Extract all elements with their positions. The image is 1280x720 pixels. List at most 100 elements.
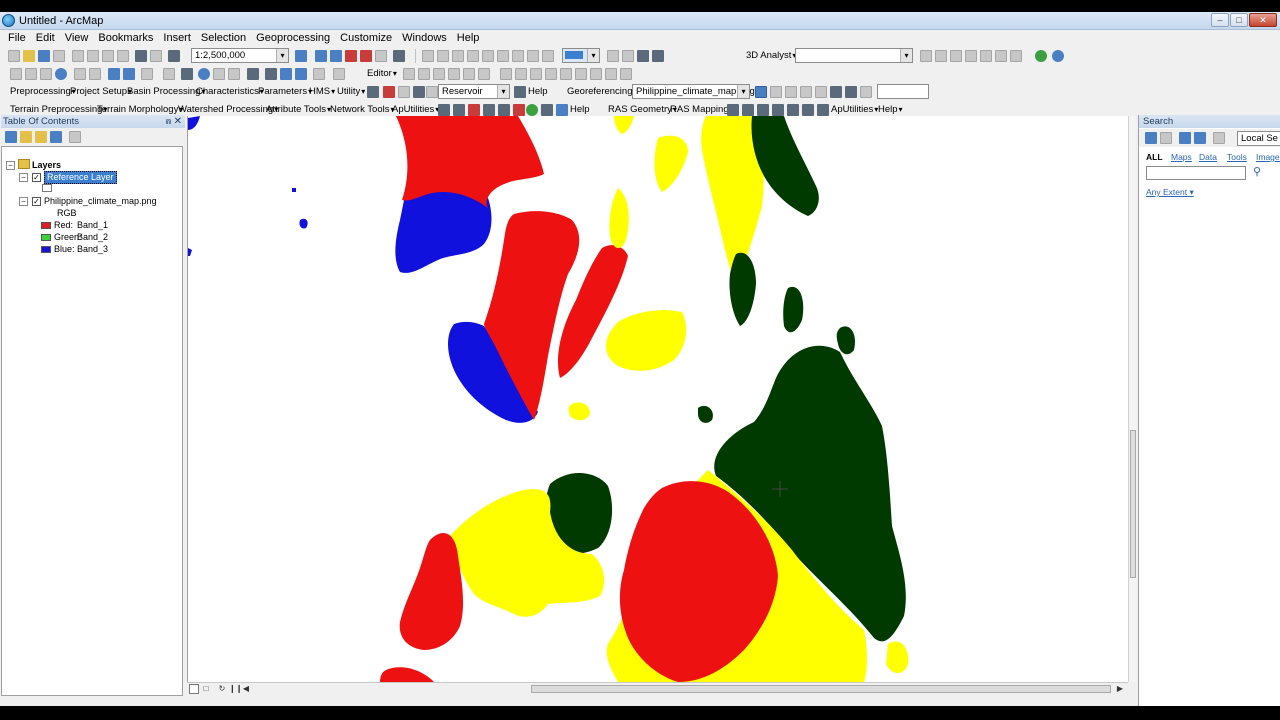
fixed-zoom-in-icon[interactable] (74, 68, 86, 80)
archydro-tool-icon[interactable] (483, 104, 495, 116)
3d-tool-icon[interactable] (995, 50, 1007, 62)
utility-dropdown[interactable]: Utility (337, 85, 365, 99)
search-options-icon[interactable] (1213, 132, 1225, 144)
list-by-drawing-order-icon[interactable] (5, 131, 17, 143)
list-by-visibility-icon[interactable] (35, 131, 47, 143)
3d-tool-icon[interactable] (980, 50, 992, 62)
edit-tool-icon[interactable] (478, 68, 490, 80)
edit-tool-icon[interactable] (560, 68, 572, 80)
reference-layer-label[interactable]: Reference Layer (44, 171, 117, 184)
scroll-left-icon[interactable]: ◀ (241, 684, 251, 694)
point-tool-icon[interactable] (398, 86, 410, 98)
menu-view[interactable]: View (60, 30, 94, 47)
find-icon[interactable] (213, 68, 225, 80)
help-dropdown[interactable]: Help (878, 103, 903, 117)
collapse-icon[interactable]: − (19, 197, 28, 206)
layout-tool-icon[interactable] (452, 50, 464, 62)
ras-tool-icon[interactable] (817, 104, 829, 116)
copy-icon[interactable] (87, 50, 99, 62)
forward-icon[interactable] (1160, 132, 1172, 144)
archydro-tool-icon[interactable] (541, 104, 553, 116)
edit-tool-icon[interactable] (620, 68, 632, 80)
search-tab-data[interactable]: Data (1199, 152, 1217, 162)
network-tools-dropdown[interactable]: Network Tools (330, 103, 395, 117)
menu-edit[interactable]: Edit (31, 30, 60, 47)
catalog-window-icon[interactable] (330, 50, 342, 62)
georeferencing-dropdown[interactable]: Georeferencing (567, 85, 638, 99)
layout-tool-icon[interactable] (437, 50, 449, 62)
ras-tool-icon[interactable] (742, 104, 754, 116)
delete-icon[interactable] (117, 50, 129, 62)
viewer-icon[interactable] (313, 68, 325, 80)
horizontal-scroll-thumb[interactable] (531, 685, 1111, 693)
3d-tool-icon[interactable] (965, 50, 977, 62)
select-elements-icon[interactable] (181, 68, 193, 80)
zoom-in-icon[interactable] (10, 68, 22, 80)
undo-icon[interactable] (135, 50, 147, 62)
3d-analyst-layer-combo[interactable]: ▾ (795, 48, 913, 63)
ras-mapping-dropdown[interactable]: RAS Mapping (670, 103, 734, 117)
edit-tool-icon[interactable] (575, 68, 587, 80)
minimize-button[interactable]: – (1211, 13, 1229, 27)
create-viewer-icon[interactable] (333, 68, 345, 80)
any-extent-link[interactable]: Any Extent ▾ (1146, 187, 1194, 198)
collapse-icon[interactable]: − (19, 173, 28, 182)
archydro-tool-icon[interactable] (438, 104, 450, 116)
edit-tool-icon[interactable] (590, 68, 602, 80)
map-scale-combo[interactable]: 1:2,500,000 ▾ (191, 48, 289, 63)
edit-tool-icon[interactable] (515, 68, 527, 80)
find-route-icon[interactable] (265, 68, 277, 80)
clear-selection-icon[interactable] (163, 68, 175, 80)
maximize-button[interactable]: □ (1230, 13, 1248, 27)
forward-extent-icon[interactable] (123, 68, 135, 80)
layout-tool-icon[interactable] (422, 50, 434, 62)
menu-selection[interactable]: Selection (196, 30, 251, 47)
archydro-tool-icon[interactable] (468, 104, 480, 116)
menu-bookmarks[interactable]: Bookmarks (93, 30, 158, 47)
layout-tool-icon[interactable] (652, 50, 664, 62)
search-tab-images[interactable]: Images (1256, 152, 1280, 162)
scroll-right-icon[interactable]: ▶ (1115, 684, 1125, 694)
collapse-icon[interactable]: − (6, 161, 15, 170)
georef-layer-combo[interactable]: Philippine_climate_map.png ▾ (632, 84, 755, 99)
edit-tool-icon[interactable] (418, 68, 430, 80)
georef-tool-icon[interactable] (785, 86, 797, 98)
chevron-down-icon[interactable]: ▾ (276, 49, 288, 62)
basin-processing-dropdown[interactable]: Basin Processing (127, 85, 205, 99)
help-button[interactable]: Help (528, 85, 548, 99)
edit-tool-icon[interactable] (433, 68, 445, 80)
layout-tool-icon[interactable] (527, 50, 539, 62)
globe-icon[interactable] (526, 104, 538, 116)
pause-drawing-icon[interactable]: ❙❙ (229, 684, 242, 694)
chevron-down-icon[interactable]: ▾ (497, 85, 509, 98)
raster-layer-label[interactable]: Philippine_climate_map.png (44, 196, 157, 207)
rotate-icon[interactable] (860, 86, 872, 98)
layout-tool-icon[interactable] (637, 50, 649, 62)
redo-icon[interactable] (150, 50, 162, 62)
time-slider-icon[interactable] (295, 68, 307, 80)
3d-tool-icon[interactable] (950, 50, 962, 62)
view-link-table-icon[interactable] (830, 86, 842, 98)
data-view-icon[interactable] (189, 684, 199, 694)
search-input[interactable] (1146, 166, 1246, 180)
identify-river-icon[interactable] (383, 86, 395, 98)
add-data-icon[interactable] (168, 50, 180, 62)
edit-tool-icon[interactable] (605, 68, 617, 80)
search-icon[interactable]: ⚲ (1253, 165, 1267, 179)
pan-icon[interactable] (40, 68, 52, 80)
3d-tool-icon[interactable] (920, 50, 932, 62)
arcscene-globe-icon[interactable] (1035, 50, 1047, 62)
layout-tool-icon[interactable] (497, 50, 509, 62)
vertical-scroll-thumb[interactable] (1130, 430, 1136, 578)
measure-icon[interactable] (247, 68, 259, 80)
layout-tool-icon[interactable] (607, 50, 619, 62)
layout-tool-icon[interactable] (482, 50, 494, 62)
layout-tool-icon[interactable] (542, 50, 554, 62)
html-popup-icon[interactable] (228, 68, 240, 80)
georef-tool-icon[interactable] (815, 86, 827, 98)
edit-pencil-icon[interactable] (514, 86, 526, 98)
menu-windows[interactable]: Windows (397, 30, 452, 47)
editor-dropdown[interactable]: Editor (367, 67, 397, 81)
edit-tool-icon[interactable] (403, 68, 415, 80)
chevron-down-icon[interactable]: ▾ (737, 85, 749, 98)
